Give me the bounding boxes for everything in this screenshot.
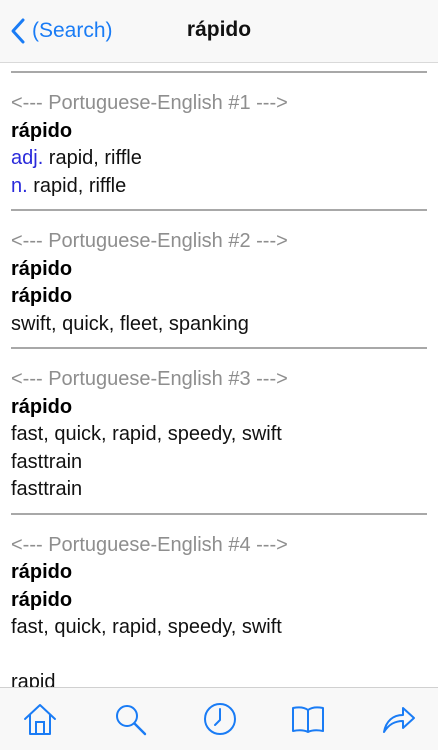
search-icon <box>116 705 147 736</box>
history-clock-icon <box>204 703 236 735</box>
dictionary-entry-4: <--- Portuguese-English #4 ---> rápido r… <box>0 515 438 688</box>
tab-bar <box>0 687 438 750</box>
definition-line: adj. rapid, riffle <box>11 145 427 173</box>
part-of-speech-link[interactable]: adj. <box>11 147 43 169</box>
definition-text: rapid, riffle <box>43 147 142 169</box>
entry-headword: rápido <box>11 395 73 418</box>
dictionary-entry-3: <--- Portuguese-English #3 ---> rápido f… <box>0 349 438 513</box>
tab-bookmarks[interactable] <box>290 701 326 737</box>
definition-text: fast, quick, rapid, speedy, swift <box>11 423 282 445</box>
home-icon <box>24 704 56 735</box>
tab-home[interactable] <box>22 701 58 737</box>
definition-text: fasttrain <box>11 478 83 500</box>
entry-headword: rápido <box>11 561 73 583</box>
entry-header: <--- Portuguese-English #4 ---> <box>11 533 288 556</box>
book-icon <box>292 706 324 733</box>
dictionary-entry-1: <--- Portuguese-English #1 ---> rápido a… <box>0 73 438 209</box>
part-of-speech-link[interactable]: n. <box>11 175 28 197</box>
definition-text: fast, quick, rapid, speedy, swift <box>11 616 282 638</box>
tab-share[interactable] <box>380 701 416 737</box>
definition-line: n. rapid, riffle <box>11 173 427 201</box>
tab-history[interactable] <box>202 701 238 737</box>
entry-header: <--- Portuguese-English #2 ---> <box>11 230 288 252</box>
dictionary-results[interactable]: <--- Portuguese-English #1 ---> rápido a… <box>0 63 438 687</box>
tab-search[interactable] <box>112 701 148 737</box>
definition-text: rapid <box>11 671 56 687</box>
definition-text: swift, quick, fleet, spanking <box>11 312 249 335</box>
share-arrow-icon <box>383 707 415 733</box>
entry-headword: rápido <box>11 588 73 611</box>
entry-headword: rápido <box>11 119 73 142</box>
entry-headword: rápido <box>11 285 73 307</box>
entry-headword: rápido <box>11 257 73 280</box>
navigation-bar: (Search) rápido <box>0 0 438 63</box>
definition-text: rapid, riffle <box>27 174 127 197</box>
entry-header: <--- Portuguese-English #3 ---> <box>11 368 288 390</box>
definition-text: fasttrain <box>11 450 83 473</box>
definition-text <box>11 642 427 670</box>
page-title: rápido <box>186 18 252 41</box>
dictionary-entry-2: <--- Portuguese-English #2 ---> rápido r… <box>0 211 438 347</box>
entry-header: <--- Portuguese-English #1 ---> <box>11 92 288 114</box>
